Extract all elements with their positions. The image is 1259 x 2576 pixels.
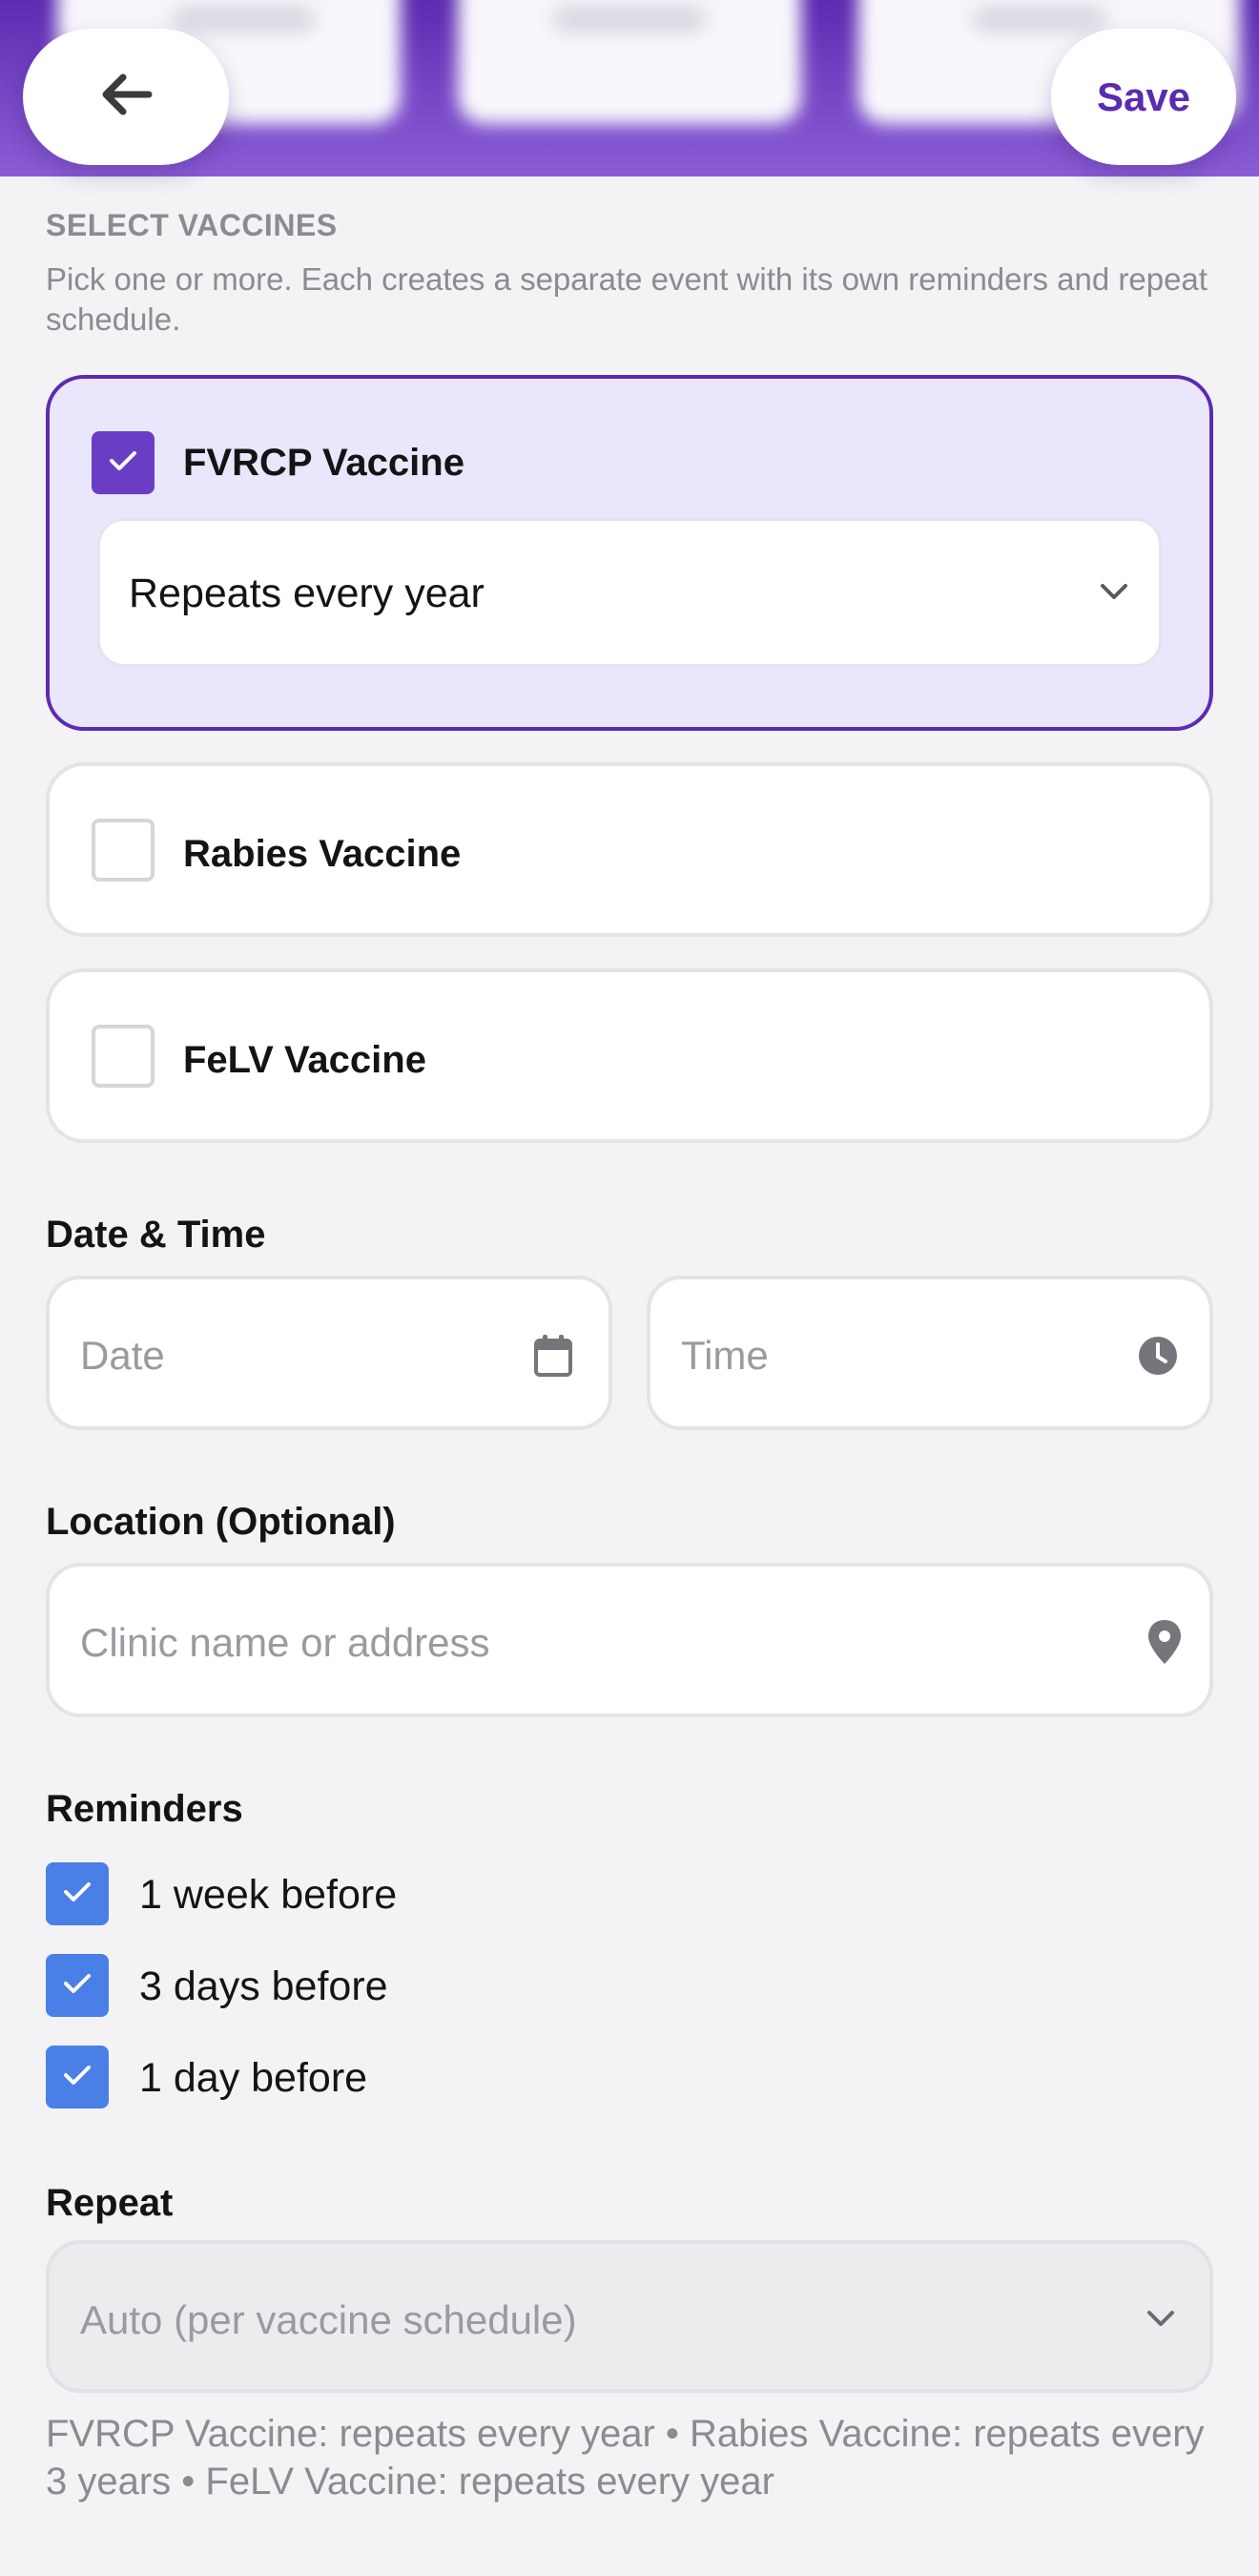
- reminder-label: 1 day before: [139, 2055, 368, 2101]
- vaccine-checkbox[interactable]: [92, 1025, 155, 1088]
- reminder-option[interactable]: 1 day before: [46, 2046, 618, 2109]
- location-label: Location (Optional): [46, 1501, 396, 1543]
- vaccine-name: FeLV Vaccine: [183, 1039, 426, 1081]
- check-icon: [60, 1969, 94, 2003]
- repeat-summary: FVRCP Vaccine: repeats every year • Rabi…: [46, 2413, 1205, 2503]
- arrow-left-icon: [97, 71, 155, 123]
- reminder-option[interactable]: 1 week before: [46, 1862, 618, 1925]
- date-field[interactable]: Date: [46, 1276, 612, 1430]
- map-pin-icon: [1146, 1618, 1183, 1671]
- save-button[interactable]: Save: [1051, 29, 1236, 165]
- section-description: Pick one or more. Each creates a separat…: [46, 261, 1207, 337]
- vaccine-name: Rabies Vaccine: [183, 833, 462, 875]
- reminders-label: Reminders: [46, 1788, 243, 1830]
- vaccine-card-fvrcp[interactable]: FVRCP Vaccine Repeats every year: [46, 375, 1213, 731]
- reminder-checkbox[interactable]: [46, 2046, 109, 2109]
- repeat-value: Auto (per vaccine schedule): [80, 2297, 577, 2342]
- reminder-checkbox[interactable]: [46, 1862, 109, 1925]
- check-icon: [106, 447, 140, 480]
- vaccine-checkbox[interactable]: [92, 819, 155, 882]
- repeat-frequency-select[interactable]: Repeats every year: [97, 518, 1162, 667]
- background-card: [458, 0, 801, 124]
- reminder-label: 3 days before: [139, 1963, 388, 2009]
- save-button-label: Save: [1096, 73, 1191, 119]
- repeat-label: Repeat: [46, 2182, 174, 2224]
- vaccine-name: FVRCP Vaccine: [183, 442, 464, 484]
- back-button[interactable]: [23, 29, 229, 165]
- section-heading: SELECT VACCINES: [46, 208, 338, 242]
- reminder-label: 1 week before: [139, 1872, 398, 1918]
- date-placeholder: Date: [80, 1333, 165, 1378]
- chevron-down-icon: [1098, 580, 1130, 608]
- check-icon: [60, 1878, 94, 1911]
- clock-icon: [1137, 1335, 1179, 1381]
- calendar-icon: [532, 1333, 574, 1383]
- location-placeholder: Clinic name or address: [80, 1620, 490, 1665]
- vaccine-card-felv[interactable]: FeLV Vaccine: [46, 968, 1213, 1143]
- check-icon: [60, 2061, 94, 2094]
- repeat-frequency-value: Repeats every year: [129, 571, 485, 616]
- reminder-option[interactable]: 3 days before: [46, 1954, 618, 2017]
- chevron-down-icon: [1145, 2307, 1177, 2335]
- reminder-checkbox[interactable]: [46, 1954, 109, 2017]
- vaccine-card-rabies[interactable]: Rabies Vaccine: [46, 762, 1213, 937]
- time-field[interactable]: Time: [647, 1276, 1213, 1430]
- location-input[interactable]: Clinic name or address: [46, 1563, 1213, 1717]
- date-time-label: Date & Time: [46, 1214, 266, 1256]
- vaccine-checkbox[interactable]: [92, 431, 155, 494]
- time-placeholder: Time: [681, 1333, 769, 1378]
- repeat-select[interactable]: Auto (per vaccine schedule): [46, 2240, 1213, 2393]
